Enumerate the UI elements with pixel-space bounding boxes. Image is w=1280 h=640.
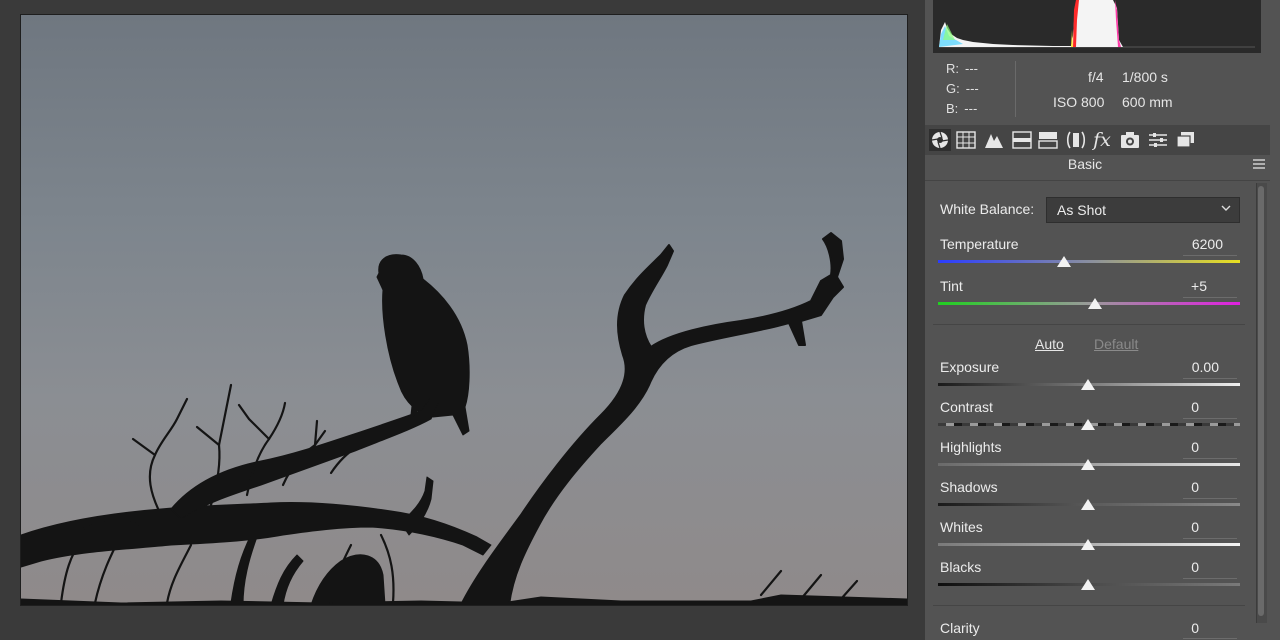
panel-title-divider [925,180,1270,181]
highlights-label: Highlights [940,439,1002,455]
white-balance-label: White Balance: [940,201,1035,217]
blacks-value-underline [1183,578,1237,579]
shutter-speed-value: 1/800 s [1122,69,1168,85]
clarity-label: Clarity [940,620,980,636]
highlights-value-underline [1183,458,1237,459]
highlights-value[interactable]: 0 [1149,439,1199,455]
info-divider [1015,61,1016,117]
whites-value[interactable]: 0 [1149,519,1199,535]
temperature-value-underline [1183,255,1237,256]
white-balance-select[interactable]: As Shot [1046,197,1240,223]
exposure-slider-thumb[interactable] [1081,379,1095,390]
eagle-silhouette-image [21,232,907,605]
panel-menu-icon[interactable] [1252,158,1266,170]
auto-button[interactable]: Auto [1035,336,1064,352]
photo-preview[interactable] [20,14,908,606]
b-readout: B: --- [946,101,978,116]
panel-title: Basic [1067,156,1103,172]
shadows-slider-thumb[interactable] [1081,499,1095,510]
temperature-slider-thumb[interactable] [1057,256,1071,267]
temperature-value[interactable]: 6200 [1173,236,1223,252]
highlights-slider-thumb[interactable] [1081,459,1095,470]
whites-value-underline [1183,538,1237,539]
shadows-label: Shadows [940,479,998,495]
section-divider-bottom [933,605,1245,606]
clarity-value-underline [1183,638,1237,639]
focal-length-value: 600 mm [1122,94,1173,110]
whites-slider-thumb[interactable] [1081,539,1095,550]
info-section: R: --- G: --- B: --- f/4 1/800 s ISO 800 60… [925,55,1270,125]
exposure-label: Exposure [940,359,1000,375]
presets-icon[interactable] [1147,129,1169,151]
effects-icon[interactable]: fx [1091,129,1113,151]
panel-scrollbar-thumb[interactable] [1258,186,1264,616]
clarity-value[interactable]: 0 [1149,620,1199,636]
tint-slider-thumb[interactable] [1088,298,1102,309]
camera-calibration-icon[interactable] [1119,129,1141,151]
g-readout: G: --- [946,81,979,96]
white-balance-value: As Shot [1057,202,1107,218]
exposure-value-underline [1183,378,1237,379]
chevron-down-icon [1221,202,1231,216]
basic-aperture-icon[interactable] [929,129,951,151]
shadows-value[interactable]: 0 [1149,479,1199,495]
contrast-slider-thumb[interactable] [1081,419,1095,430]
image-canvas [0,0,925,640]
aperture-value: f/4 [1088,69,1104,85]
panel-tabs-toolbar: fx [925,125,1270,155]
histogram [933,0,1261,53]
contrast-value-underline [1183,418,1237,419]
blacks-value[interactable]: 0 [1149,559,1199,575]
snapshots-icon[interactable] [1175,129,1197,151]
tint-value-underline [1183,297,1237,298]
temperature-label: Temperature [940,236,1019,252]
temperature-slider-track[interactable] [938,260,1240,263]
detail-icon[interactable] [983,129,1005,151]
contrast-value[interactable]: 0 [1149,399,1199,415]
tint-value[interactable]: +5 [1157,278,1207,294]
exposure-value[interactable]: 0.00 [1169,359,1219,375]
blacks-label: Blacks [940,559,982,575]
hsl-icon[interactable] [1011,129,1033,151]
whites-label: Whites [940,519,983,535]
tint-label: Tint [940,278,963,294]
histogram-graph [939,0,1255,48]
tone-curve-icon[interactable] [955,129,977,151]
split-toning-icon[interactable] [1037,129,1059,151]
lens-corrections-icon[interactable] [1065,129,1087,151]
section-divider [933,324,1245,325]
shadows-value-underline [1183,498,1237,499]
iso-value: ISO 800 [1053,94,1105,110]
contrast-label: Contrast [940,399,993,415]
default-button[interactable]: Default [1094,336,1138,352]
blacks-slider-thumb[interactable] [1081,579,1095,590]
r-readout: R: --- [946,61,978,76]
